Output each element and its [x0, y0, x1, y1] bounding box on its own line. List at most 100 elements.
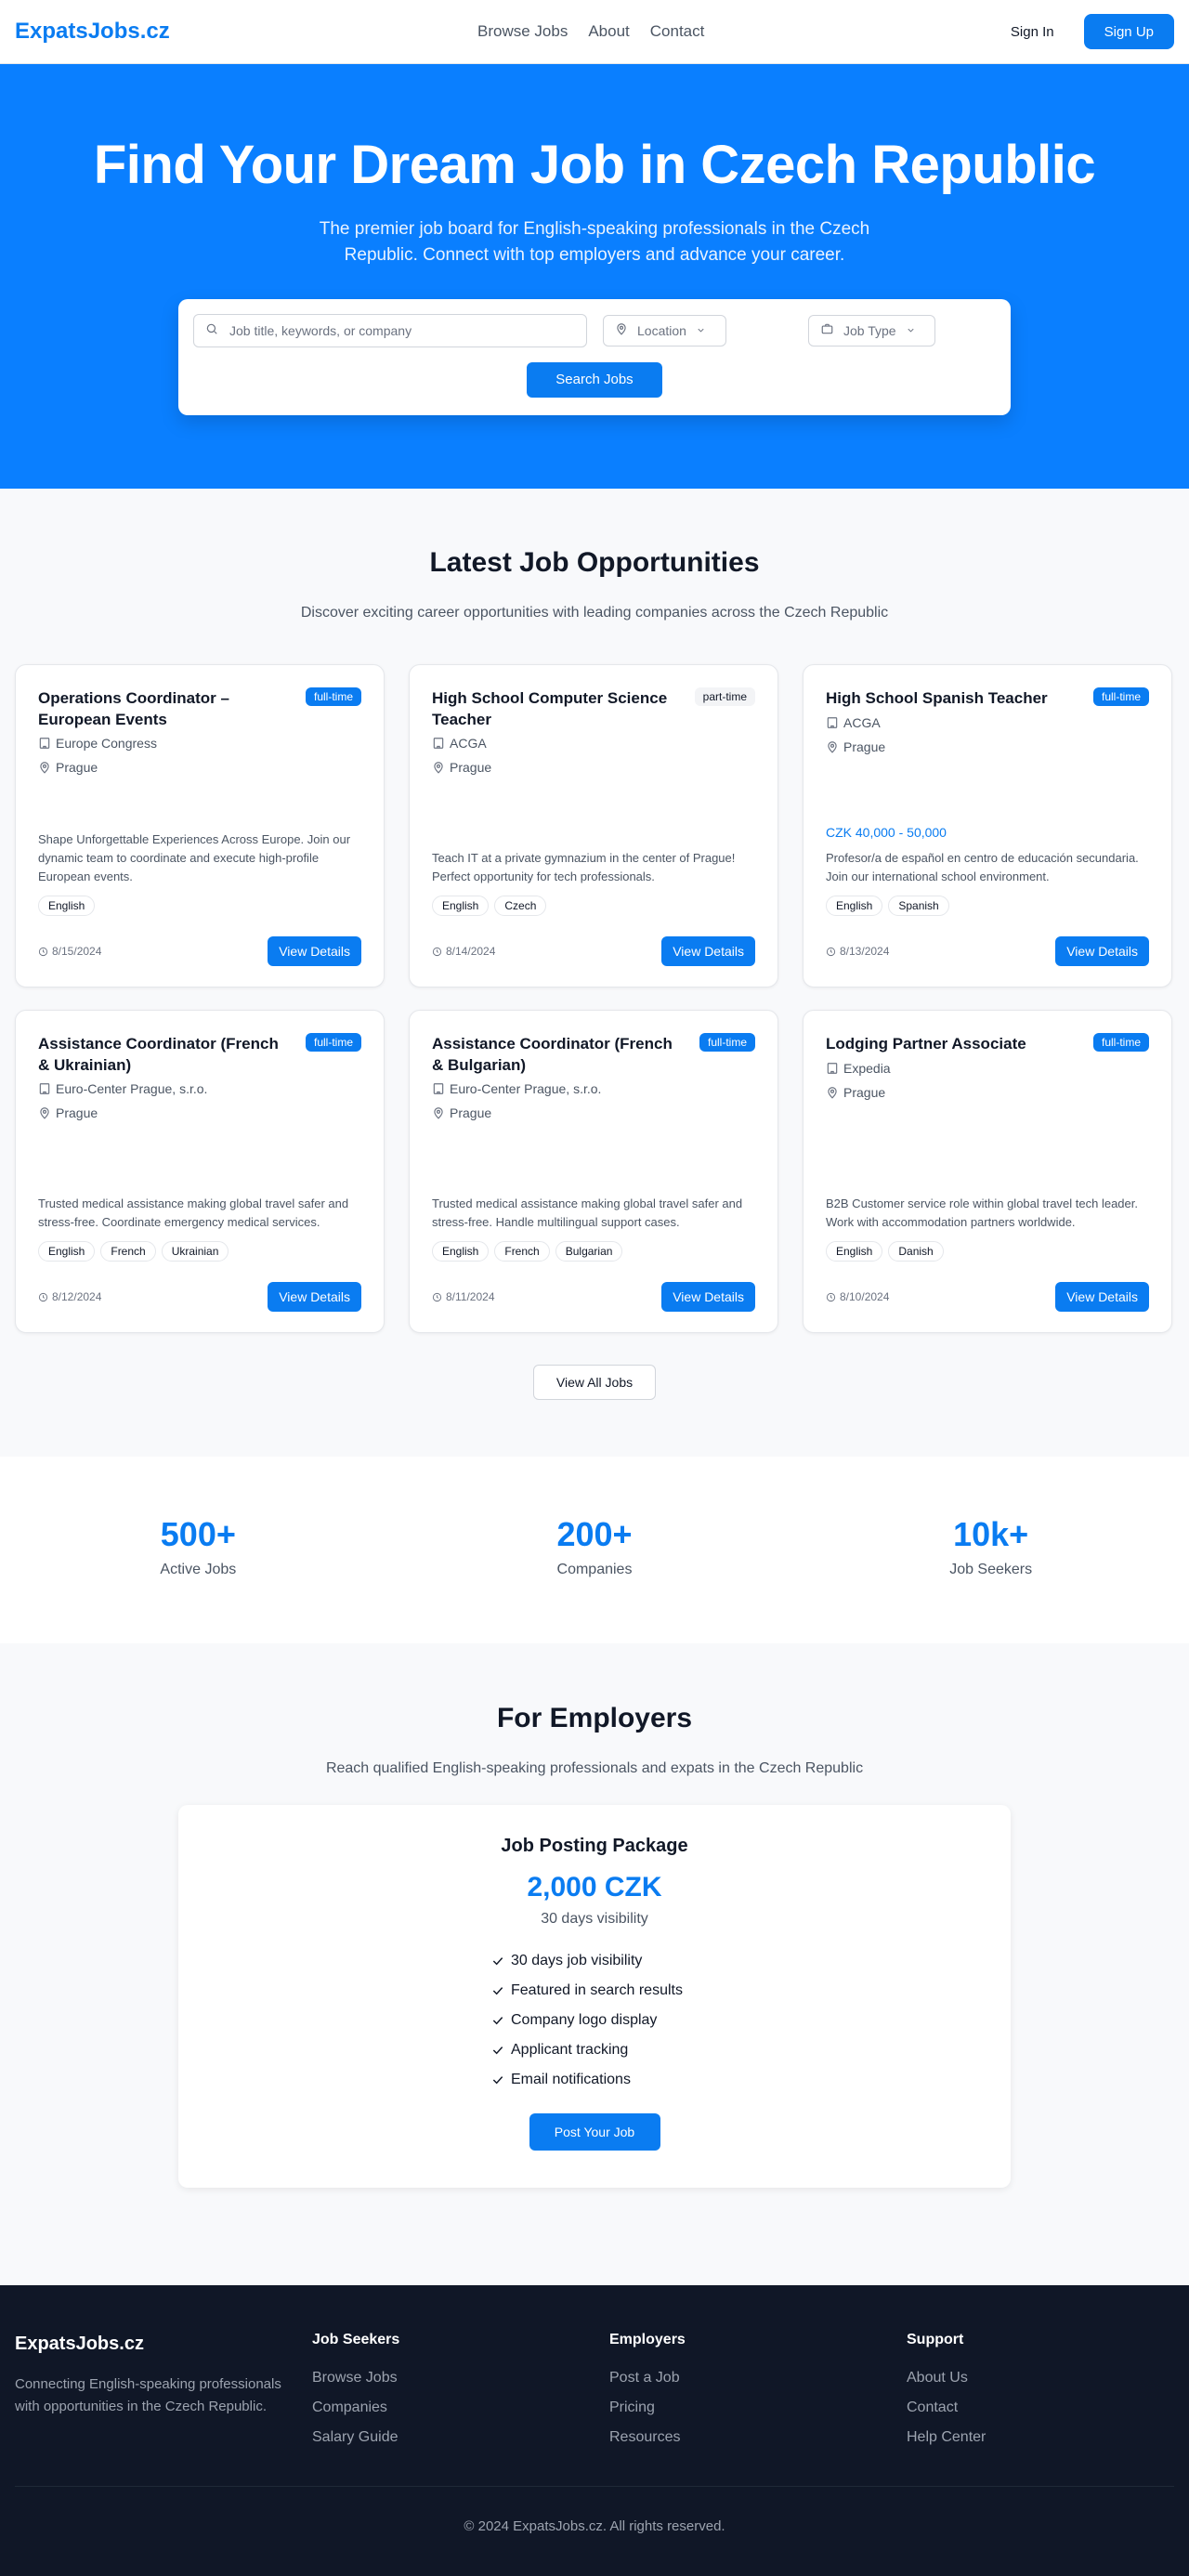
job-type-badge: full-time [699, 1033, 755, 1052]
footer-link-browse-jobs[interactable]: Browse Jobs [312, 2363, 609, 2393]
job-location: Prague [450, 760, 492, 775]
job-title[interactable]: Assistance Coordinator (French & Bulgari… [432, 1033, 683, 1076]
location-select[interactable]: Location [603, 314, 726, 347]
footer-link-post-a-job[interactable]: Post a Job [609, 2363, 907, 2393]
job-type-select-label: Job Type [843, 322, 896, 338]
job-company: Euro-Center Prague, s.r.o. [56, 1081, 208, 1096]
job-location: Prague [843, 739, 886, 754]
chevron-down-icon [906, 323, 916, 338]
footer-column-support: Support About Us Contact Help Center [907, 2332, 1182, 2452]
job-salary: CZK 40,000 - 50,000 [826, 825, 947, 840]
job-description: Teach IT at a private gymnazium in the c… [432, 851, 736, 883]
package-feature: Featured in search results [490, 1976, 699, 2006]
language-tag: Bulgarian [555, 1241, 623, 1262]
job-type-select[interactable]: Job Type [808, 314, 935, 347]
footer-link-help-center[interactable]: Help Center [907, 2423, 1182, 2452]
search-jobs-button[interactable]: Search Jobs [527, 361, 662, 398]
clock-icon [826, 947, 836, 957]
job-date: 8/12/2024 [38, 1290, 101, 1303]
clock-icon [432, 947, 442, 957]
job-tags: English French Ukrainian [38, 1241, 361, 1262]
stat-label: Active Jobs [160, 1562, 237, 1577]
employers-section: For Employers Reach qualified English-sp… [0, 1643, 1189, 2285]
view-details-button[interactable]: View Details [268, 936, 361, 966]
job-title[interactable]: Lodging Partner Associate [826, 1033, 1026, 1054]
check-icon [490, 1954, 505, 1968]
package-feature: Applicant tracking [490, 2035, 699, 2065]
stat-label: Companies [556, 1562, 633, 1577]
jobs-section-title: Latest Job Opportunities [429, 547, 760, 578]
package-feature: 30 days job visibility [490, 1946, 699, 1976]
job-card: Assistance Coordinator (French & Ukraini… [15, 1010, 385, 1333]
job-type-badge: full-time [1092, 1033, 1149, 1052]
nav-actions: Sign In Sign Up [996, 14, 1174, 49]
check-icon [490, 1983, 505, 1998]
job-title[interactable]: High School Computer Science Teacher [432, 687, 683, 730]
job-description: B2B Customer service role within global … [826, 1196, 1138, 1229]
sign-in-button[interactable]: Sign In [996, 15, 1069, 49]
job-card: High School Spanish Teacher full-time AC… [803, 664, 1172, 987]
view-details-button[interactable]: View Details [661, 1282, 755, 1312]
clock-icon [38, 947, 48, 957]
job-date-text: 8/13/2024 [840, 945, 890, 958]
search-input[interactable]: Job title, keywords, or company [193, 313, 587, 347]
search-panel: Job title, keywords, or company Location… [178, 298, 1011, 415]
job-description: Trusted medical assistance making global… [38, 1196, 349, 1229]
job-company: ACGA [450, 736, 487, 751]
job-title[interactable]: Operations Coordinator – European Events [38, 687, 289, 730]
job-card: Operations Coordinator – European Events… [15, 664, 385, 987]
check-icon [490, 2073, 505, 2087]
logo[interactable]: ExpatsJobs.cz [15, 19, 170, 45]
stat-active-jobs: 500+ Active Jobs [0, 1457, 397, 1643]
package-title: Job Posting Package [501, 1836, 688, 1856]
nav-link-contact[interactable]: Contact [650, 22, 705, 41]
footer-column-job-seekers: Job Seekers Browse Jobs Companies Salary… [312, 2332, 609, 2452]
search-icon [205, 322, 218, 338]
clock-icon [826, 1292, 836, 1302]
job-date: 8/14/2024 [432, 945, 495, 958]
job-date: 8/11/2024 [432, 1290, 495, 1303]
view-details-button[interactable]: View Details [1055, 1282, 1149, 1312]
job-tags: English Danish [826, 1241, 1149, 1262]
view-details-button[interactable]: View Details [1055, 936, 1149, 966]
latest-jobs-section: Latest Job Opportunities Discover exciti… [0, 489, 1189, 1457]
job-location: Prague [843, 1085, 886, 1100]
sign-up-button[interactable]: Sign Up [1083, 14, 1174, 49]
footer-link-pricing[interactable]: Pricing [609, 2393, 907, 2423]
footer-link-companies[interactable]: Companies [312, 2393, 609, 2423]
footer-link-resources[interactable]: Resources [609, 2423, 907, 2452]
job-title[interactable]: Assistance Coordinator (French & Ukraini… [38, 1033, 289, 1076]
job-date-text: 8/10/2024 [840, 1290, 890, 1303]
footer-logo[interactable]: ExpatsJobs.cz [15, 2334, 312, 2355]
view-details-button[interactable]: View Details [268, 1282, 361, 1312]
job-company: Europe Congress [56, 736, 157, 751]
job-title[interactable]: High School Spanish Teacher [826, 687, 1048, 709]
view-details-button[interactable]: View Details [661, 936, 755, 966]
hero: Find Your Dream Job in Czech Republic Th… [0, 64, 1189, 489]
footer-link-contact[interactable]: Contact [907, 2393, 1182, 2423]
job-date-text: 8/15/2024 [52, 945, 102, 958]
language-tag: English [826, 1241, 883, 1262]
nav-link-browse-jobs[interactable]: Browse Jobs [477, 22, 568, 41]
package-features: 30 days job visibility Featured in search… [490, 1946, 699, 2095]
job-location: Prague [56, 760, 98, 775]
footer: ExpatsJobs.cz Connecting English-speakin… [0, 2285, 1189, 2576]
post-your-job-button[interactable]: Post Your Job [529, 2113, 660, 2151]
footer-link-about-us[interactable]: About Us [907, 2363, 1182, 2393]
job-type-badge: full-time [1092, 687, 1149, 706]
hero-subtitle: The premier job board for English-speaki… [319, 218, 870, 265]
briefcase-icon [820, 322, 834, 338]
nav-link-about[interactable]: About [588, 22, 629, 41]
job-description: Profesor/a de español en centro de educa… [826, 851, 1139, 883]
footer-brand-column: ExpatsJobs.cz Connecting English-speakin… [15, 2332, 312, 2452]
footer-column-title: Support [907, 2332, 964, 2347]
view-all-jobs-button[interactable]: View All Jobs [532, 1365, 657, 1400]
package-feature-text: Applicant tracking [511, 2042, 629, 2058]
hero-title: Find Your Dream Job in Czech Republic [93, 135, 1096, 195]
footer-column-employers: Employers Post a Job Pricing Resources [609, 2332, 907, 2452]
job-type-badge: full-time [305, 1033, 361, 1052]
footer-link-salary-guide[interactable]: Salary Guide [312, 2423, 609, 2452]
map-pin-icon [38, 761, 51, 774]
stat-value: 10k+ [953, 1515, 1029, 1553]
language-tag: English [38, 896, 96, 916]
